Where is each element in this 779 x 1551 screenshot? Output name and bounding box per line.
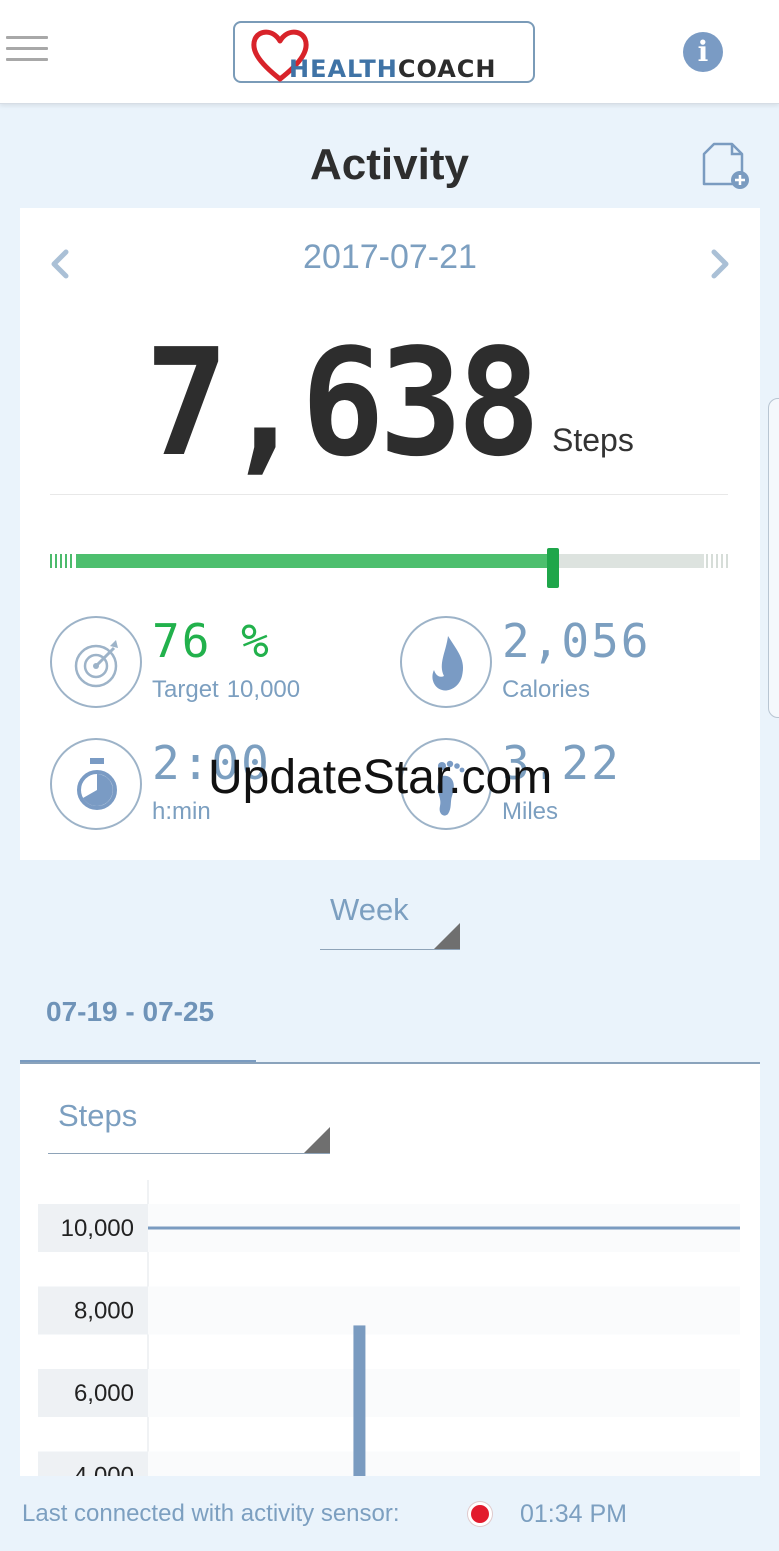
- steps-bar-chart: 10,0008,0006,0004,000: [38, 1180, 740, 1484]
- progress-track: [76, 548, 704, 588]
- next-day-chevron-icon[interactable]: [704, 244, 734, 284]
- tab-period[interactable]: 07-19 - 07-25: [20, 980, 256, 1064]
- side-drawer-handle[interactable]: [768, 398, 779, 718]
- y-tick-label: 8,000: [74, 1298, 134, 1325]
- logo-word-coach: COACH: [397, 55, 497, 83]
- steps-count-display: 7,638: [145, 317, 540, 476]
- target-label-text: Target: [152, 676, 219, 703]
- sensor-status-bar: Last connected with activity sensor: 01:…: [0, 1476, 779, 1551]
- y-tick-label: 10,000: [61, 1215, 134, 1242]
- app-bar: HEALTHCOACH i: [0, 0, 779, 104]
- logo-word-health: HEALTH: [289, 55, 398, 83]
- logo-wordmark: HEALTHCOACH: [289, 55, 497, 83]
- duration-label: h:min: [152, 798, 211, 825]
- calories-value: 2,056: [502, 614, 651, 668]
- range-dropdown-value: Week: [330, 892, 409, 927]
- calories-label: Calories: [502, 676, 591, 703]
- hamburger-menu-icon[interactable]: [6, 36, 48, 66]
- last-connected-time: 01:34 PM: [520, 1500, 628, 1528]
- progress-ticks-left: [50, 554, 74, 568]
- steps-chart-card: Steps 10,000 8,000 6,000 4,000: [20, 1064, 760, 1484]
- stopwatch-icon: [50, 738, 142, 830]
- grid-band: [148, 1369, 740, 1417]
- target-icon: [50, 616, 142, 708]
- range-dropdown[interactable]: Week: [320, 888, 460, 950]
- progress-fill: [76, 554, 554, 568]
- card-divider: [50, 494, 728, 495]
- target-percent-value: 76 %: [152, 614, 271, 668]
- dropdown-caret-icon: [304, 1127, 330, 1153]
- flame-icon: [400, 616, 492, 708]
- target-goal-value: 10,000: [226, 676, 301, 703]
- chart-bar: [353, 1325, 366, 1484]
- add-document-icon[interactable]: [700, 138, 752, 190]
- sensor-status-label: Last connected with activity sensor:: [22, 1500, 400, 1527]
- metric-dropdown-value: Steps: [58, 1098, 138, 1133]
- steps-unit-label: Steps: [552, 422, 634, 458]
- steps-count-value: 7,638: [145, 317, 535, 476]
- selected-date: 2017-07-21: [303, 238, 477, 276]
- y-tick-label: 6,000: [74, 1380, 134, 1407]
- dropdown-caret-icon: [434, 923, 460, 949]
- info-icon[interactable]: i: [683, 32, 723, 72]
- metric-dropdown[interactable]: Steps: [48, 1090, 330, 1154]
- target-label: Target 10,000: [152, 676, 300, 704]
- grid-band: [148, 1286, 740, 1335]
- goal-progress-bar: [50, 548, 730, 588]
- progress-marker: [547, 548, 560, 588]
- app-logo: HEALTHCOACH: [233, 21, 535, 83]
- connection-status-dot-icon: [468, 1502, 492, 1526]
- period-label: 07-19 - 07-25: [46, 996, 215, 1027]
- page-title: Activity: [310, 140, 469, 189]
- watermark-text: UpdateStar.com: [208, 751, 553, 804]
- progress-ticks-right: [706, 554, 730, 568]
